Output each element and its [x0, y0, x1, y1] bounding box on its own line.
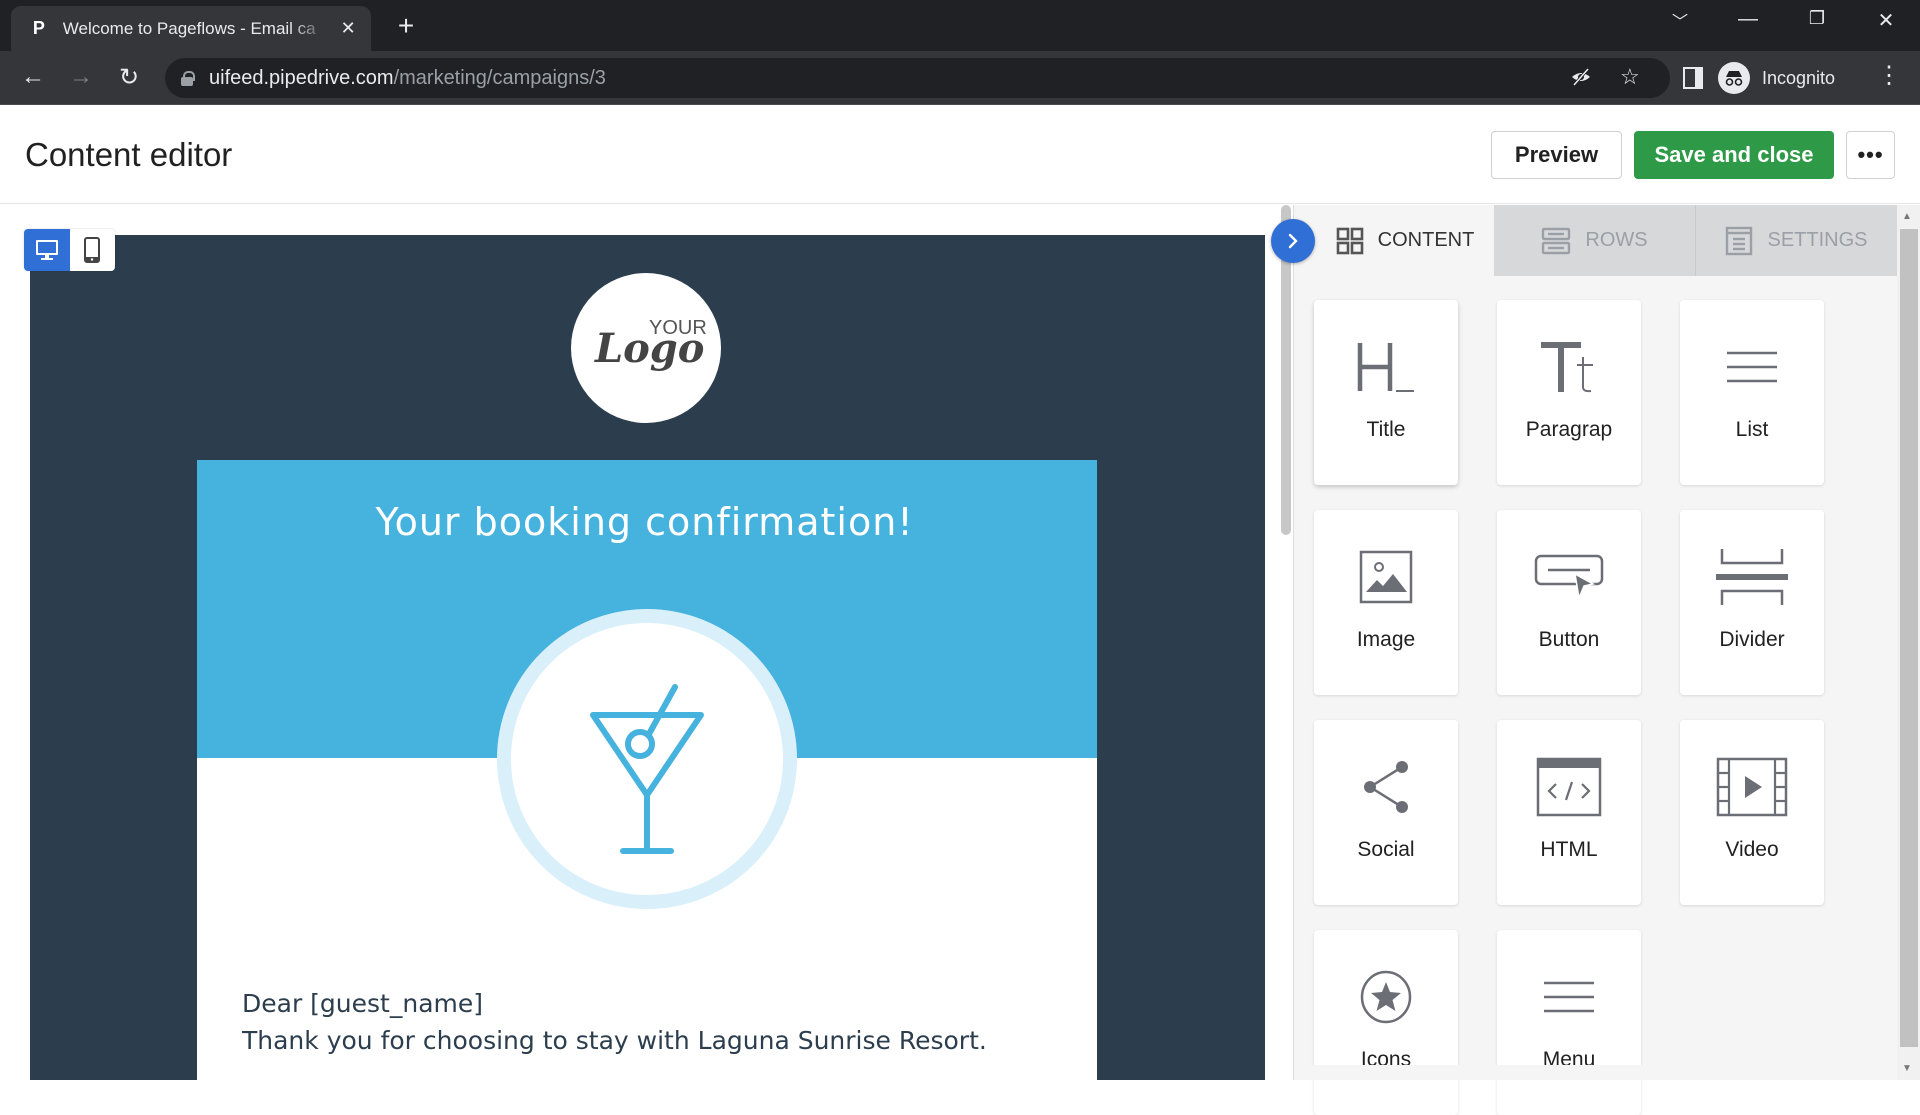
rows-icon: [1541, 226, 1571, 256]
block-html[interactable]: HTML: [1497, 720, 1641, 905]
page-title: Content editor: [25, 136, 233, 173]
block-divider[interactable]: Divider: [1680, 510, 1824, 695]
tab-rows[interactable]: ROWS: [1494, 205, 1696, 276]
greeting-line: Dear [guest_name]: [242, 989, 484, 1018]
device-toggle: [24, 229, 115, 271]
close-window-button[interactable]: ✕: [1871, 8, 1901, 33]
block-social-label: Social: [1357, 838, 1415, 861]
desktop-view-button[interactable]: [24, 229, 70, 271]
block-image[interactable]: Image: [1314, 510, 1458, 695]
heading-icon: [1356, 332, 1416, 402]
tab-title: Welcome to Pageflows - Email ca: [62, 18, 316, 38]
chevron-right-icon: [1288, 233, 1298, 249]
restore-button[interactable]: ❐: [1802, 8, 1832, 29]
email-letter-text[interactable]: Dear [guest_name] Thank you for choosing…: [242, 985, 987, 1059]
scroll-down-arrow-icon[interactable]: ▼: [1902, 1063, 1912, 1074]
content-panel: CONTENT ROWS SETTINGS Title Paragrap Lis…: [1293, 205, 1920, 1115]
share-icon: [1361, 752, 1411, 822]
email-body-background: YOUR Logo Your booking confirmation! Dea…: [30, 235, 1265, 1088]
email-canvas: YOUR Logo Your booking confirmation! Dea…: [0, 205, 1291, 1088]
block-title[interactable]: Title: [1314, 300, 1458, 485]
settings-doc-icon: [1725, 226, 1753, 256]
cocktail-image[interactable]: [497, 609, 797, 909]
tab-settings-label: SETTINGS: [1767, 229, 1868, 251]
browser-menu-icon[interactable]: ⋮: [1874, 61, 1904, 90]
block-video[interactable]: Video: [1680, 720, 1824, 905]
tab-rows-label: ROWS: [1585, 229, 1648, 251]
minimize-button[interactable]: —: [1733, 8, 1763, 31]
reload-button[interactable]: ↻: [114, 63, 144, 92]
logo-placeholder[interactable]: YOUR Logo: [571, 273, 721, 423]
menu-icon: [1542, 962, 1596, 1032]
browser-tabbar: P Welcome to Pageflows - Email ca ✕ + ﹀ …: [0, 0, 1920, 51]
desktop-icon: [35, 240, 58, 260]
block-button[interactable]: Button: [1497, 510, 1641, 695]
tab-search-chevron-icon[interactable]: ﹀: [1665, 8, 1695, 32]
video-icon: [1716, 752, 1788, 822]
new-tab-button[interactable]: +: [390, 10, 422, 42]
profile-incognito-button[interactable]: Incognito: [1718, 59, 1858, 97]
mobile-view-button[interactable]: [70, 229, 116, 271]
block-list[interactable]: List: [1680, 300, 1824, 485]
block-button-label: Button: [1538, 628, 1600, 651]
tab-close-icon[interactable]: ✕: [337, 18, 359, 39]
tab-settings[interactable]: SETTINGS: [1696, 205, 1897, 276]
back-button[interactable]: ←: [18, 63, 48, 91]
tab-content-label: CONTENT: [1377, 229, 1475, 251]
grid-icon: [1336, 227, 1364, 255]
tab-content[interactable]: CONTENT: [1294, 205, 1494, 276]
code-icon: [1536, 752, 1602, 822]
block-list-label: List: [1735, 418, 1769, 441]
block-icons[interactable]: Icons: [1314, 930, 1458, 1115]
divider-icon: [1715, 542, 1789, 612]
scroll-up-arrow-icon[interactable]: ▲: [1902, 211, 1912, 222]
collapse-panel-button[interactable]: [1271, 219, 1315, 263]
hero-title: Your booking confirmation!: [375, 500, 914, 544]
preview-button[interactable]: Preview: [1491, 131, 1622, 179]
incognito-icon: [1718, 62, 1750, 94]
block-image-label: Image: [1356, 628, 1416, 651]
logo-script-text: Logo: [595, 325, 705, 372]
url-host: uifeed.pipedrive.com: [209, 66, 394, 89]
browser-toolbar: ← → ↻ uifeed.pipedrive.com/marketing/cam…: [0, 51, 1920, 105]
block-social[interactable]: Social: [1314, 720, 1458, 905]
panel-bottom-fade: [1294, 1065, 1897, 1080]
block-html-label: HTML: [1540, 838, 1598, 861]
block-paragraph-label: Paragrap: [1525, 418, 1613, 441]
image-icon: [1359, 542, 1413, 612]
panel-tabs: CONTENT ROWS SETTINGS: [1294, 205, 1897, 276]
tracking-eye-off-icon[interactable]: [1570, 66, 1592, 94]
block-paragraph[interactable]: Paragrap: [1497, 300, 1641, 485]
save-and-close-button[interactable]: Save and close: [1634, 131, 1834, 179]
cocktail-icon: [590, 684, 704, 854]
bookmark-star-icon[interactable]: ☆: [1620, 64, 1640, 90]
pipedrive-favicon-icon: P: [32, 18, 45, 38]
more-options-button[interactable]: •••: [1846, 131, 1895, 179]
block-menu[interactable]: Menu: [1497, 930, 1641, 1115]
app-header: Content editor Preview Save and close ••…: [0, 106, 1920, 204]
url-path: /marketing/campaigns/3: [393, 66, 606, 89]
lock-icon: [181, 71, 195, 86]
forward-button[interactable]: →: [66, 63, 96, 91]
block-video-label: Video: [1725, 838, 1779, 861]
body-line: Thank you for choosing to stay with Lagu…: [242, 1026, 987, 1055]
paragraph-icon: [1539, 332, 1599, 402]
block-title-label: Title: [1366, 418, 1406, 441]
panel-scrollbar-thumb[interactable]: [1900, 229, 1918, 1047]
button-icon: [1534, 542, 1604, 612]
address-bar[interactable]: uifeed.pipedrive.com/marketing/campaigns…: [165, 58, 1670, 98]
browser-tab[interactable]: P Welcome to Pageflows - Email ca ✕: [11, 6, 371, 51]
side-panel-icon[interactable]: [1683, 67, 1703, 89]
list-icon: [1725, 332, 1779, 402]
mobile-icon: [84, 237, 101, 263]
incognito-label: Incognito: [1762, 67, 1836, 88]
block-divider-label: Divider: [1719, 628, 1785, 651]
star-icon: [1359, 962, 1413, 1032]
